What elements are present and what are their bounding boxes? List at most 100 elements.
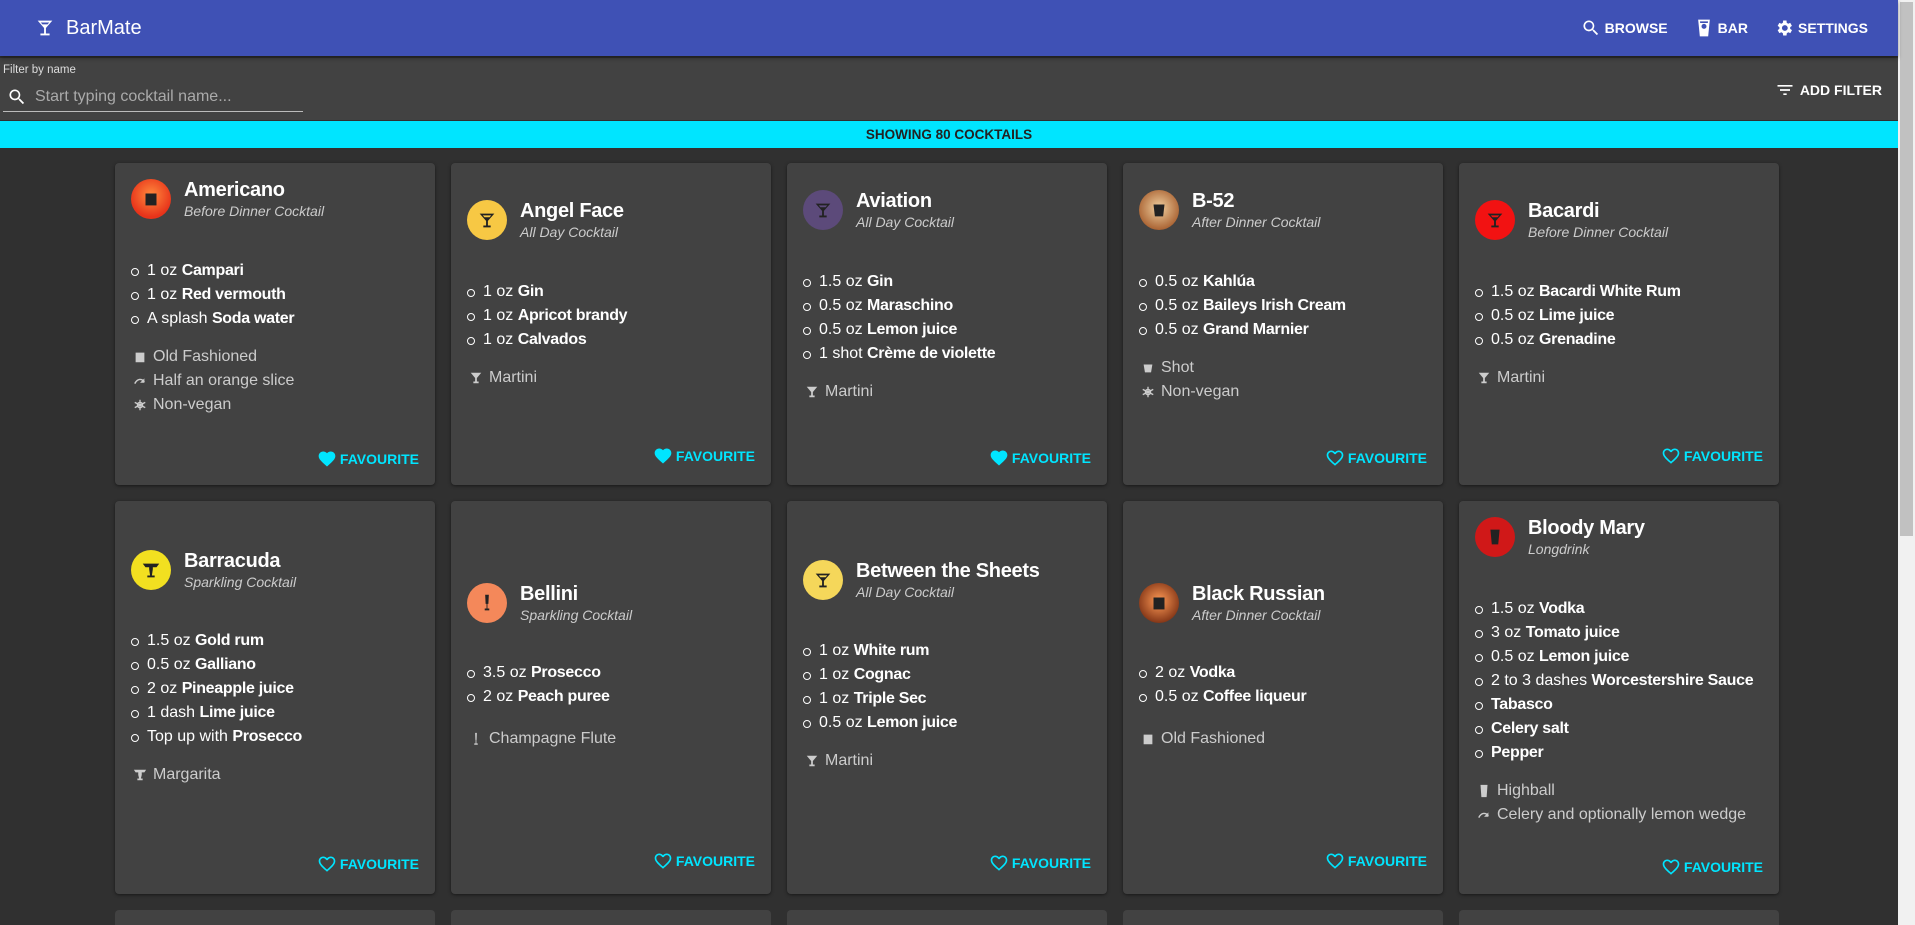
cocktail-card[interactable]: Black Russian After Dinner Cocktail 2 oz… (1123, 501, 1443, 894)
glass-icon (135, 352, 145, 363)
favourite-button[interactable]: FAVOURITE (1325, 448, 1427, 468)
ingredient-name: Galliano (195, 656, 256, 673)
ingredient-name: Lemon juice (1539, 648, 1630, 665)
ingredient-name: Red vermouth (181, 286, 286, 303)
favourite-button[interactable]: FAVOURITE (653, 446, 755, 466)
ingredient-name: Pepper (1491, 744, 1544, 761)
ingredient-name: Gin (867, 273, 893, 290)
detail-text: Martini (489, 369, 538, 386)
cocktail-card[interactable]: Bellini Sparkling Cocktail 3.5 oz Prosec… (451, 501, 771, 894)
garnish-icon (1478, 812, 1489, 818)
cocktail-card-partial[interactable] (787, 910, 1107, 925)
ingredient-item: 1 oz Campari (130, 259, 294, 283)
cocktail-card[interactable]: Barracuda Sparkling Cocktail 1.5 oz Gold… (115, 501, 435, 894)
ingredient-item: 0.5 oz Kahlúa (1139, 270, 1346, 294)
cocktail-card[interactable]: Aviation All Day Cocktail 1.5 oz Gin 0.5 … (787, 163, 1107, 485)
ingredient-list: 1 oz White rum 1 oz Cognac 1 oz Triple Sec… (802, 639, 957, 735)
page-scrollbar[interactable] (1898, 0, 1915, 925)
ingredient-item: 1.5 oz Vodka (1474, 597, 1753, 621)
ingredient-name: Crème de violette (867, 345, 996, 362)
cocktail-card[interactable]: B-52 After Dinner Cocktail 0.5 oz Kahlúa… (1123, 163, 1443, 485)
bar-button[interactable]: BAR (1688, 12, 1754, 44)
detail-row: Champagne Flute (469, 727, 616, 751)
card-header: Angel Face All Day Cocktail (467, 200, 624, 240)
card-header: Bellini Sparkling Cocktail (467, 583, 632, 623)
cocktail-card[interactable]: Bacardi Before Dinner Cocktail 1.5 oz Ba… (1459, 163, 1779, 485)
favourite-label: FAVOURITE (1347, 853, 1427, 869)
ingredient-name: Baileys Irish Cream (1203, 297, 1346, 314)
cocktail-details: Old Fashioned Half an orange slice Non-veg… (133, 345, 294, 417)
ingredient-amount: 0.5 oz (819, 321, 868, 338)
filter-search-field[interactable] (3, 82, 303, 112)
favourite-button[interactable]: FAVOURITE (989, 448, 1091, 468)
favourite-label: FAVOURITE (339, 856, 419, 872)
cocktail-card[interactable]: Bloody Mary Longdrink 1.5 oz Vodka 3 oz T… (1459, 501, 1779, 894)
ingredient-amount: 3 oz (1491, 624, 1526, 641)
cocktail-name: Bloody Mary (1528, 517, 1645, 539)
favourite-button[interactable]: FAVOURITE (1661, 857, 1763, 877)
vegan-icon (1142, 386, 1154, 398)
heart-outline-icon (1326, 450, 1344, 466)
cocktail-card-partial[interactable] (1123, 910, 1443, 925)
browse-button[interactable]: BROWSE (1575, 12, 1674, 44)
cocktail-card-partial[interactable] (115, 910, 435, 925)
glass-icon (1143, 734, 1153, 745)
add-filter-button[interactable]: ADD FILTER (1775, 80, 1882, 100)
settings-button[interactable]: SETTINGS (1768, 12, 1874, 44)
glass-avatar (1475, 200, 1515, 240)
ingredient-list: 1.5 oz Bacardi White Rum 0.5 oz Lime juic… (1475, 280, 1681, 352)
detail-text: Margarita (153, 766, 221, 783)
brand[interactable]: BarMate (34, 17, 142, 40)
filter-name-input[interactable] (35, 87, 295, 106)
ingredient-name: Tomato juice (1525, 624, 1620, 641)
cocktail-name: B-52 (1192, 190, 1235, 212)
ingredient-item: 1 oz White rum (802, 639, 957, 663)
glass-avatar (131, 179, 171, 219)
ingredient-amount: 1.5 oz (1491, 600, 1540, 617)
ingredient-name: White rum (853, 642, 930, 659)
favourite-label: FAVOURITE (675, 853, 755, 869)
favourite-button[interactable]: FAVOURITE (653, 851, 755, 871)
ingredient-item: 0.5 oz Coffee liqueur (1138, 685, 1307, 709)
favourite-label: FAVOURITE (1011, 450, 1091, 466)
ingredient-item: 0.5 oz Galliano (130, 653, 302, 677)
ingredient-amount: 0.5 oz (1491, 331, 1540, 348)
ingredient-item: 1 oz Gin (466, 280, 627, 304)
favourite-button[interactable]: FAVOURITE (989, 853, 1091, 873)
card-header: Between the Sheets All Day Cocktail (803, 560, 1040, 600)
favourite-button[interactable]: FAVOURITE (317, 449, 419, 469)
filter-list-icon (1777, 85, 1793, 95)
favourite-button[interactable]: FAVOURITE (317, 854, 419, 874)
glass-avatar (803, 560, 843, 600)
results-count-banner: SHOWING 80 COCKTAILS (0, 121, 1898, 148)
favourite-label: FAVOURITE (1011, 855, 1091, 871)
ingredient-item: 1 oz Cognac (802, 663, 957, 687)
ingredient-item: 0.5 oz Lemon juice (1474, 645, 1753, 669)
favourite-label: FAVOURITE (675, 448, 755, 464)
cocktail-name: Bellini (520, 583, 578, 605)
app-title: BarMate (66, 16, 142, 39)
cocktail-card[interactable]: Between the Sheets All Day Cocktail 1 oz… (787, 501, 1107, 894)
cocktail-category: Before Dinner Cocktail (184, 203, 325, 219)
cocktail-card-partial[interactable] (1459, 910, 1779, 925)
cup-icon (1697, 19, 1710, 37)
ingredient-list: 3.5 oz Prosecco 2 oz Peach puree (467, 661, 610, 709)
favourite-button[interactable]: FAVOURITE (1661, 446, 1763, 466)
ingredient-item: 1.5 oz Gold rum (130, 629, 302, 653)
ingredient-name: Calvados (517, 331, 587, 348)
detail-row: Martini (805, 749, 873, 773)
cocktail-name: Aviation (856, 190, 932, 212)
ingredient-item: Top up with Prosecco (130, 725, 302, 749)
cocktail-category: All Day Cocktail (856, 214, 955, 230)
ingredient-name: Grenadine (1539, 331, 1616, 348)
ingredient-amount: Top up with (147, 728, 233, 745)
cocktail-card[interactable]: Angel Face All Day Cocktail 1 oz Gin 1 oz… (451, 163, 771, 485)
champagne-flute-icon (484, 594, 490, 611)
cocktail-category: Sparkling Cocktail (520, 607, 633, 623)
heart-filled-icon (318, 451, 336, 467)
favourite-button[interactable]: FAVOURITE (1325, 851, 1427, 871)
scrollbar-thumb[interactable] (1900, 2, 1913, 536)
cocktail-card-partial[interactable] (451, 910, 771, 925)
card-header: B-52 After Dinner Cocktail (1139, 190, 1320, 230)
cocktail-card[interactable]: Americano Before Dinner Cocktail 1 oz Ca… (115, 163, 435, 485)
